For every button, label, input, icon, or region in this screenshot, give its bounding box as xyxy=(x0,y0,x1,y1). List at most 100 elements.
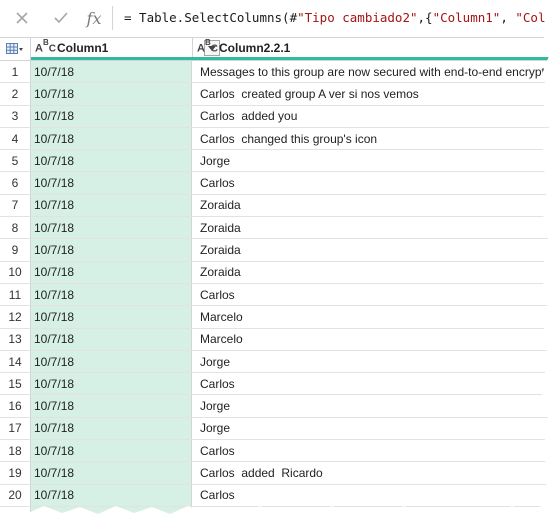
formula-string-col2: "Column2.2 xyxy=(515,10,554,25)
cell-column1[interactable]: 10/7/18 xyxy=(31,462,192,484)
row-number[interactable]: 16 xyxy=(0,395,31,417)
cell-column1[interactable]: 10/7/18 xyxy=(31,239,192,261)
row-number[interactable]: 9 xyxy=(0,239,31,261)
cell-column1[interactable]: 10/7/18 xyxy=(31,217,192,239)
cell-column2-2-1[interactable]: Horacio xyxy=(193,507,549,514)
formula-string-step: "Tipo cambiado2" xyxy=(297,10,418,25)
table-row: 7 10/7/18 Zoraida xyxy=(0,194,549,218)
cell-column2-2-1[interactable]: Zoraida xyxy=(193,239,549,260)
cell-column1[interactable]: 10/7/18 xyxy=(31,328,192,350)
cell-column2-2-1[interactable]: Zoraida xyxy=(193,195,549,216)
table-row: 12 10/7/18 Marcelo xyxy=(0,306,549,329)
table-row: 18 10/7/18 Carlos xyxy=(0,440,549,463)
cell-column2-2-1[interactable]: Carlos xyxy=(193,172,549,193)
cell-column1[interactable]: 10/7/18 xyxy=(31,417,192,440)
row-number[interactable]: 11 xyxy=(0,283,31,306)
row-number[interactable]: 7 xyxy=(0,194,31,217)
table-row: 4 10/7/18 Carlos changed this group's icon xyxy=(0,127,549,151)
fx-icon[interactable]: fx xyxy=(83,7,105,29)
text-type-icon[interactable]: ABC xyxy=(197,39,218,55)
table-row: 16 10/7/18 Jorge xyxy=(0,395,549,418)
cell-column2-2-1[interactable]: Zoraida xyxy=(193,262,549,283)
row-number[interactable]: 1 xyxy=(0,61,31,83)
formula-bar: fx = Table.SelectColumns(#"Tipo cambiado… xyxy=(0,0,549,38)
cell-column1[interactable]: 10/7/18 xyxy=(31,150,192,172)
close-icon[interactable] xyxy=(11,7,33,29)
row-number[interactable]: 17 xyxy=(0,417,31,440)
cell-column2-2-1[interactable]: Jorge xyxy=(193,418,549,439)
row-number[interactable]: 3 xyxy=(0,105,31,127)
torn-paper-frame: fx = Table.SelectColumns(#"Tipo cambiado… xyxy=(0,0,549,514)
formula-prefix: = Table.SelectColumns(# xyxy=(124,10,298,25)
cell-column2-2-1[interactable]: Zoraida xyxy=(193,217,549,238)
table-row: 11 10/7/18 Carlos xyxy=(0,283,549,307)
cell-column2-2-1[interactable]: Carlos xyxy=(193,440,549,461)
cell-column1[interactable]: 10/7/18 xyxy=(31,373,192,395)
cell-column1[interactable]: 10/7/18 xyxy=(31,61,192,83)
cell-column1[interactable]: 10/7/18 xyxy=(31,350,192,373)
table-row: 1 10/7/18 Messages to this group are now s… xyxy=(0,61,549,84)
cell-column1[interactable]: 10/7/18 xyxy=(31,105,192,127)
cell-column1[interactable]: 10/7/18 xyxy=(31,127,192,150)
check-icon[interactable] xyxy=(50,7,72,29)
table-menu-icon[interactable] xyxy=(0,38,31,60)
cell-column1[interactable]: 10/7/18 xyxy=(31,172,192,194)
row-number[interactable]: 10 xyxy=(0,261,31,283)
cell-column2-2-1[interactable]: Jorge xyxy=(193,150,549,171)
row-number[interactable]: 2 xyxy=(0,83,31,105)
cell-column1[interactable]: 10/7/18 xyxy=(31,283,192,306)
cell-column1[interactable]: 10/7/18 xyxy=(31,484,192,506)
row-number[interactable]: 12 xyxy=(0,306,31,328)
column-header-label: Column2.2.1 xyxy=(219,41,291,55)
cell-column2-2-1[interactable]: Messages to this group are now secured w… xyxy=(193,61,549,82)
formula-input[interactable]: = Table.SelectColumns(#"Tipo cambiado2",… xyxy=(118,6,554,30)
cell-column2-2-1[interactable]: Carlos created group A ver si nos vemos xyxy=(193,83,549,104)
row-number[interactable]: 15 xyxy=(0,373,31,395)
table-row: 2 10/7/18 Carlos created group A ver si no… xyxy=(0,83,549,106)
row-number[interactable]: 18 xyxy=(0,440,31,462)
header-accent-bar xyxy=(31,57,549,60)
row-number[interactable]: 8 xyxy=(0,217,31,239)
formula-bar-divider xyxy=(112,6,113,30)
cell-column2-2-1[interactable]: Carlos changed this group's icon xyxy=(193,128,549,149)
cell-column1[interactable]: 10/7/18 xyxy=(31,261,192,283)
text-type-icon[interactable]: ABC xyxy=(35,39,56,55)
table-row: 5 10/7/18 Jorge xyxy=(0,150,549,173)
cell-column2-2-1[interactable]: Carlos added you xyxy=(193,106,549,127)
formula-string-col1: "Column1" xyxy=(432,10,501,25)
cell-column1[interactable]: 10/7/18 xyxy=(31,395,192,417)
column-header-row: ABC Column1 ABC Column2.2.1 xyxy=(0,38,549,61)
cell-column1[interactable]: 10/7/18 xyxy=(31,506,192,514)
row-number[interactable]: 14 xyxy=(0,350,31,373)
table-row: 10 10/7/18 Zoraida xyxy=(0,261,549,284)
table-row: 14 10/7/18 Jorge xyxy=(0,350,549,374)
cell-column1[interactable]: 10/7/18 xyxy=(31,194,192,217)
row-number[interactable]: 21 xyxy=(0,506,31,514)
table-row: 19 10/7/18 Carlos added Ricardo xyxy=(0,462,549,485)
cell-column2-2-1[interactable]: Carlos xyxy=(193,284,549,305)
table-row: 3 10/7/18 Carlos added you xyxy=(0,105,549,128)
table-row: 8 10/7/18 Zoraida xyxy=(0,217,549,240)
row-number[interactable]: 5 xyxy=(0,150,31,172)
cell-column1[interactable]: 10/7/18 xyxy=(31,440,192,462)
table-body: 1 10/7/18 Messages to this group are now s… xyxy=(0,61,549,514)
row-number[interactable]: 13 xyxy=(0,328,31,350)
table-row: 21 10/7/18 Horacio xyxy=(0,506,549,514)
cell-column1[interactable]: 10/7/18 xyxy=(31,83,192,105)
formula-sep: , xyxy=(500,10,516,25)
row-number[interactable]: 19 xyxy=(0,462,31,484)
cell-column1[interactable]: 10/7/18 xyxy=(31,306,192,328)
data-grid: ABC Column1 ABC Column2.2.1 1 10/7/18 Mess… xyxy=(0,38,549,514)
table-row: 9 10/7/18 Zoraida xyxy=(0,239,549,262)
cell-column2-2-1[interactable]: Carlos xyxy=(193,485,549,506)
cell-column2-2-1[interactable]: Marcelo xyxy=(193,306,549,327)
row-number[interactable]: 20 xyxy=(0,484,31,506)
cell-column2-2-1[interactable]: Jorge xyxy=(193,351,549,372)
row-number[interactable]: 4 xyxy=(0,127,31,150)
cell-column2-2-1[interactable]: Carlos xyxy=(193,373,549,394)
cell-column2-2-1[interactable]: Marcelo xyxy=(193,329,549,350)
cell-column2-2-1[interactable]: Jorge xyxy=(193,395,549,416)
table-row: 13 10/7/18 Marcelo xyxy=(0,328,549,351)
cell-column2-2-1[interactable]: Carlos added Ricardo xyxy=(193,462,549,483)
row-number[interactable]: 6 xyxy=(0,172,31,194)
